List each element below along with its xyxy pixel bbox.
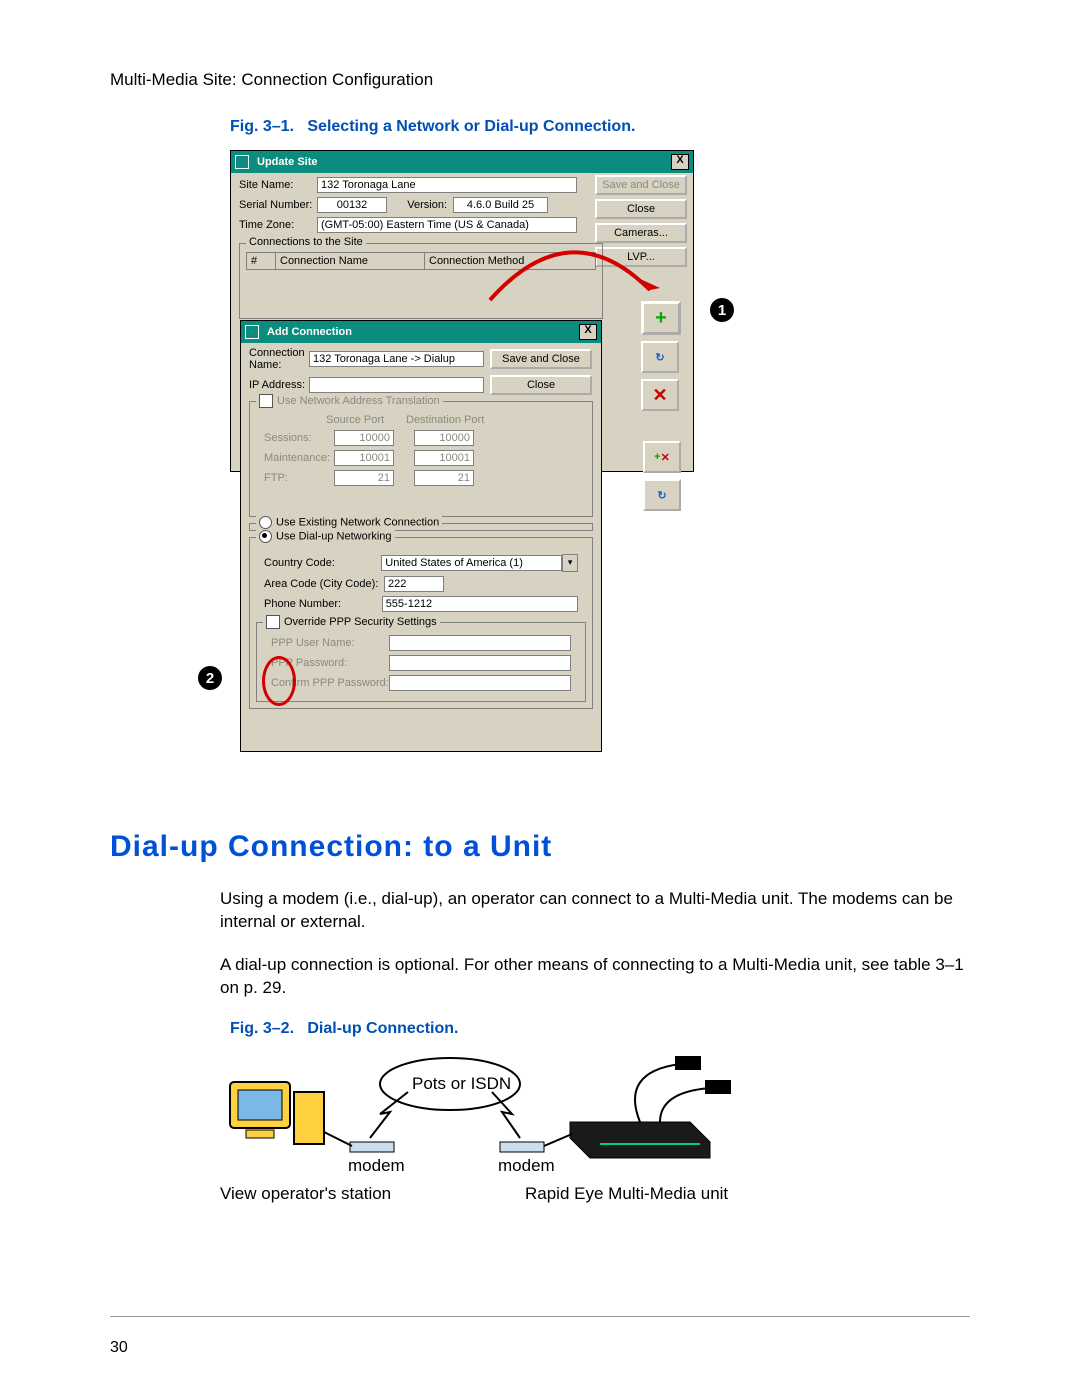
fig1-label: Fig. 3–1. bbox=[230, 118, 294, 135]
diagram-caption-left: View operator's station bbox=[220, 1184, 391, 1204]
figure-2-diagram: Pots or ISDN modem modem View operator's… bbox=[220, 1052, 760, 1212]
footer-rule bbox=[110, 1316, 970, 1317]
close-icon[interactable]: X bbox=[671, 154, 689, 170]
refresh-icon: ↻ bbox=[655, 351, 664, 364]
x-icon: ✕ bbox=[661, 451, 670, 464]
serial-label: Serial Number: bbox=[239, 199, 317, 211]
phone-label: Phone Number: bbox=[264, 598, 382, 610]
close-button[interactable]: Close bbox=[490, 375, 592, 395]
dropdown-icon[interactable]: ▾ bbox=[562, 554, 578, 572]
save-and-close-button[interactable]: Save and Close bbox=[490, 349, 592, 369]
add-connection-titlebar: Add Connection X bbox=[241, 321, 601, 343]
app-icon bbox=[245, 325, 259, 339]
area-label: Area Code (City Code): bbox=[264, 578, 384, 590]
timezone-label: Time Zone: bbox=[239, 219, 317, 231]
ftp-dst-input: 21 bbox=[414, 470, 474, 486]
use-existing-label: Use Existing Network Connection bbox=[276, 516, 439, 528]
close-icon[interactable]: X bbox=[579, 324, 597, 340]
phone-input[interactable]: 555-1212 bbox=[382, 596, 578, 612]
override-ppp-checkbox[interactable] bbox=[266, 615, 280, 629]
site-name-input[interactable]: 132 Toronaga Lane bbox=[317, 177, 577, 193]
ppp-confirm-input bbox=[389, 675, 571, 691]
ip-input[interactable] bbox=[309, 377, 484, 393]
serial-input[interactable]: 00132 bbox=[317, 197, 387, 213]
app-icon bbox=[235, 155, 249, 169]
nat-label: Use Network Address Translation bbox=[277, 395, 440, 407]
timezone-select[interactable]: (GMT-05:00) Eastern Time (US & Canada) bbox=[317, 217, 577, 233]
area-input[interactable]: 222 bbox=[384, 576, 444, 592]
update-site-title: Update Site bbox=[257, 156, 671, 168]
callout-circle-2 bbox=[262, 656, 296, 706]
callout-bullet-1: 1 bbox=[710, 298, 734, 322]
use-existing-radio[interactable] bbox=[259, 516, 272, 529]
add-delete-button[interactable]: +✕ bbox=[643, 441, 681, 473]
maint-src-input: 10001 bbox=[334, 450, 394, 466]
version-label: Version: bbox=[387, 199, 447, 211]
site-name-label: Site Name: bbox=[239, 179, 317, 191]
callout-arrow bbox=[490, 240, 660, 320]
page-number: 30 bbox=[110, 1339, 128, 1357]
modem-left-label: modem bbox=[348, 1156, 405, 1176]
country-label: Country Code: bbox=[264, 557, 381, 569]
use-dialup-radio[interactable] bbox=[259, 530, 272, 543]
sessions-label: Sessions: bbox=[264, 432, 334, 444]
breadcrumb: Multi-Media Site: Connection Configurati… bbox=[110, 70, 970, 90]
conn-name-label: Connection Name: bbox=[249, 347, 309, 371]
figure-1: Update Site X Site Name: 132 Toronaga La… bbox=[230, 150, 830, 770]
conn-name-input[interactable]: 132 Toronaga Lane -> Dialup bbox=[309, 351, 484, 367]
dst-port-label: Destination Port bbox=[406, 414, 486, 426]
callout-bullet-2: 2 bbox=[198, 666, 222, 690]
ftp-label: FTP: bbox=[264, 472, 334, 484]
ppp-user-input bbox=[389, 635, 571, 651]
src-port-label: Source Port bbox=[326, 414, 406, 426]
use-dialup-label: Use Dial-up Networking bbox=[276, 530, 392, 542]
modem-right-label: modem bbox=[498, 1156, 555, 1176]
ppp-user-label: PPP User Name: bbox=[271, 637, 389, 649]
add-connection-title: Add Connection bbox=[267, 326, 579, 338]
paragraph-1: Using a modem (i.e., dial-up), an operat… bbox=[220, 888, 970, 934]
dialup-group: Use Dial-up Networking Country Code:Unit… bbox=[249, 537, 593, 709]
ppp-group: Override PPP Security Settings PPP User … bbox=[256, 622, 586, 702]
cloud-label: Pots or ISDN bbox=[412, 1074, 511, 1094]
country-select[interactable]: United States of America (1) bbox=[381, 555, 562, 571]
ppp-pass-input bbox=[389, 655, 571, 671]
maint-label: Maintenance: bbox=[264, 452, 334, 464]
refresh-icon: ↻ bbox=[657, 489, 666, 502]
ftp-src-input: 21 bbox=[334, 470, 394, 486]
section-heading: Dial-up Connection: to a Unit bbox=[110, 830, 970, 864]
refresh-2-button[interactable]: ↻ bbox=[643, 479, 681, 511]
col-num: # bbox=[247, 253, 276, 269]
close-button[interactable]: Close bbox=[595, 199, 687, 219]
version-input: 4.6.0 Build 25 bbox=[453, 197, 548, 213]
connections-legend: Connections to the Site bbox=[246, 236, 366, 248]
refresh-connection-button[interactable]: ↻ bbox=[641, 341, 679, 373]
fig1-text: Selecting a Network or Dial-up Connectio… bbox=[307, 118, 635, 135]
diagram-caption-right: Rapid Eye Multi-Media unit bbox=[525, 1184, 728, 1204]
fig2-text: Dial-up Connection. bbox=[307, 1020, 458, 1037]
fig2-label: Fig. 3–2. bbox=[230, 1020, 294, 1037]
ip-label: IP Address: bbox=[249, 379, 309, 391]
delete-connection-button[interactable]: ✕ bbox=[641, 379, 679, 411]
x-icon: ✕ bbox=[652, 385, 667, 406]
sessions-dst-input: 10000 bbox=[414, 430, 474, 446]
fig2-caption: Fig. 3–2. Dial-up Connection. bbox=[230, 1020, 970, 1038]
maint-dst-input: 10001 bbox=[414, 450, 474, 466]
nat-group: Use Network Address Translation Source P… bbox=[249, 401, 593, 517]
col-name: Connection Name bbox=[276, 253, 425, 269]
override-ppp-label: Override PPP Security Settings bbox=[284, 616, 437, 628]
save-and-close-button[interactable]: Save and Close bbox=[595, 175, 687, 195]
update-site-titlebar: Update Site X bbox=[231, 151, 693, 173]
nat-checkbox[interactable] bbox=[259, 394, 273, 408]
fig1-caption: Fig. 3–1. Selecting a Network or Dial-up… bbox=[230, 118, 970, 136]
paragraph-2: A dial-up connection is optional. For ot… bbox=[220, 954, 970, 1000]
sessions-src-input: 10000 bbox=[334, 430, 394, 446]
